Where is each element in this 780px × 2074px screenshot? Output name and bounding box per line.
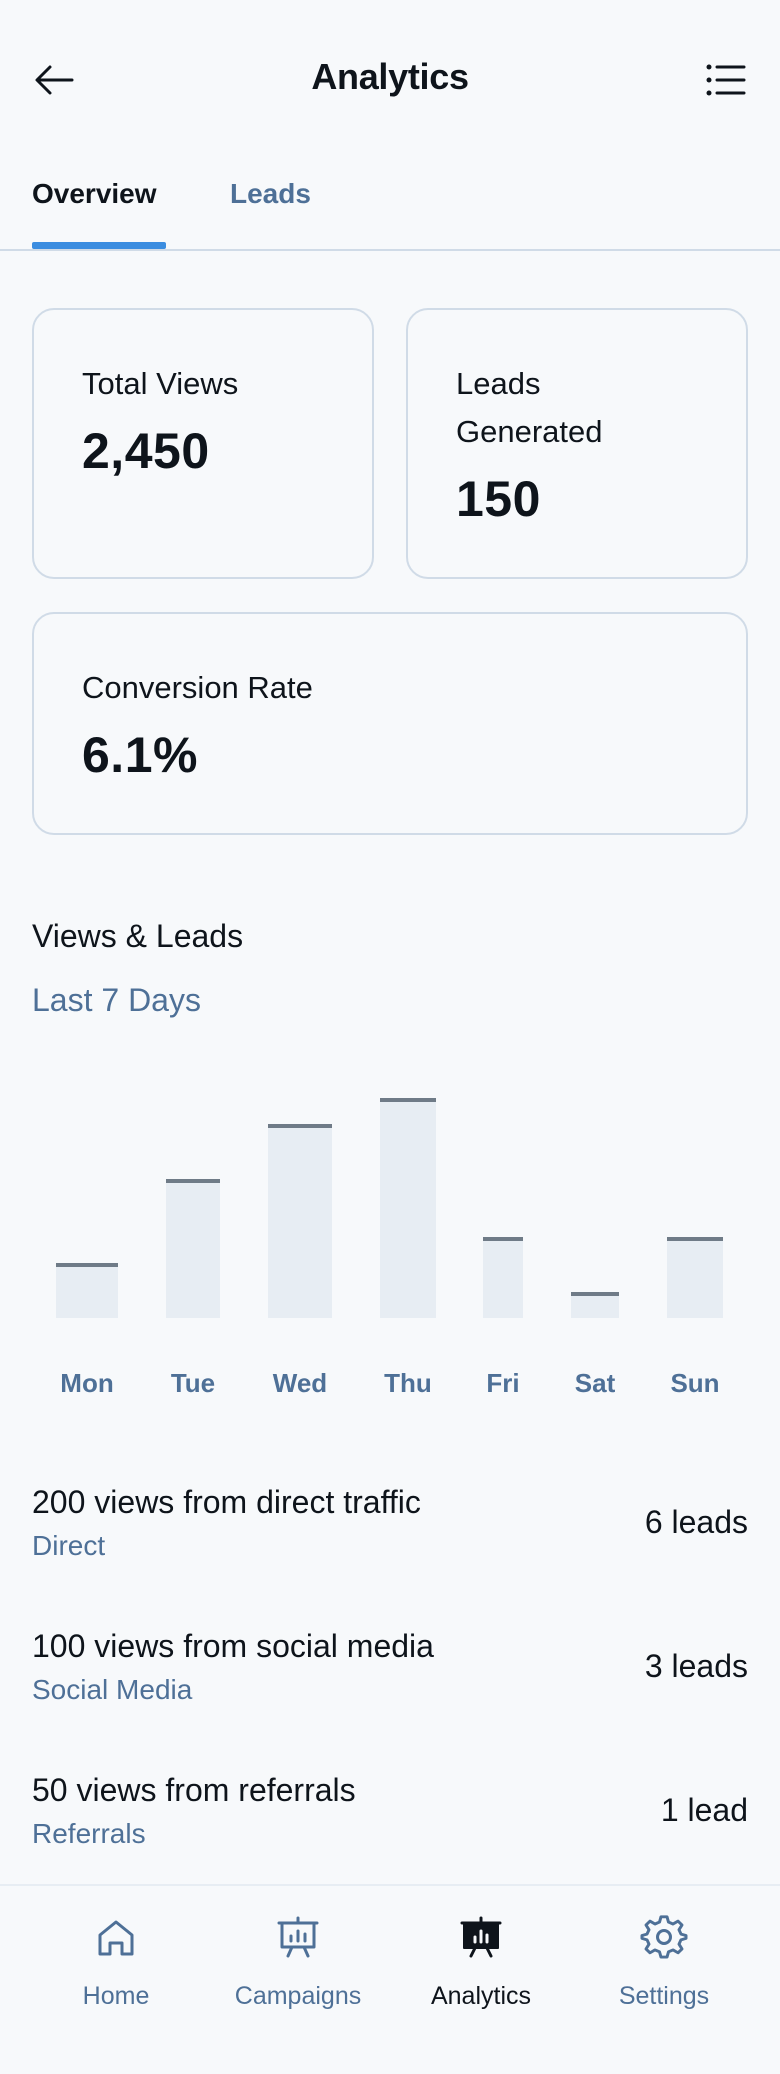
page-title: Analytics [311,56,469,97]
total-views-label: Total Views [82,366,239,401]
chart-x-label-tue: Tue [170,1368,216,1398]
chart-bar-tue [166,1179,220,1318]
nav-home[interactable]: Home [26,1914,206,2011]
conversion-rate-card: Conversion Rate 6.1% [32,612,748,835]
tab-leads[interactable]: Leads [230,178,311,210]
tab-bar: Overview Leads [0,160,780,251]
nav-campaigns[interactable]: Campaigns [208,1914,388,2011]
source-title: 50 views from referrals [32,1772,356,1808]
source-row-direct[interactable]: 200 views from direct traffic Direct 6 l… [0,1484,780,1604]
source-leads: 6 leads [644,1504,748,1540]
leads-generated-value: 150 [456,471,541,527]
source-title: 100 views from social media [32,1628,434,1664]
home-icon [98,1920,134,1956]
source-row-referrals[interactable]: 50 views from referrals Referrals 1 lead [0,1772,780,1892]
source-leads: 3 leads [644,1648,748,1684]
chart-x-label-thu: Thu [384,1368,432,1398]
nav-analytics[interactable]: Analytics [391,1914,571,2011]
top-bar: Analytics [0,0,780,160]
leads-generated-card: Leads Generated 150 [406,308,748,579]
leads-generated-label-line1: Leads [456,366,541,401]
total-views-card: Total Views 2,450 [32,308,374,579]
list-icon [706,64,746,96]
chart-bar-thu [380,1098,436,1318]
chart-bar-mon [56,1263,118,1318]
tab-overview[interactable]: Overview [32,178,157,210]
chart-x-label-wed: Wed [272,1368,328,1398]
chart-title: Views & Leads [32,918,244,954]
bottom-navigation: Home Campaigns Analytics Settings [0,1884,780,2074]
nav-campaigns-label: Campaigns [234,1982,362,2010]
menu-button[interactable] [704,60,748,100]
nav-settings-label: Settings [618,1982,710,2010]
presentation-chart-filled-icon [460,1916,502,1958]
leads-generated-label-line2: Generated [456,414,603,449]
nav-home-label: Home [82,1982,150,2010]
source-leads: 1 lead [660,1792,748,1828]
chart-x-label-fri: Fri [486,1368,520,1398]
nav-analytics-label: Analytics [430,1982,532,2010]
conversion-rate-value: 6.1% [82,727,198,783]
gear-icon [640,1915,688,1959]
presentation-chart-icon [277,1916,319,1958]
chart-x-label-sun: Sun [670,1368,720,1398]
chart-bar-sun [667,1237,723,1318]
total-views-value: 2,450 [82,423,210,479]
chart-bar-fri [483,1237,523,1318]
source-subtitle: Direct [32,1530,106,1561]
source-title: 200 views from direct traffic [32,1484,421,1520]
conversion-rate-label: Conversion Rate [82,670,313,705]
nav-settings[interactable]: Settings [574,1914,754,2011]
source-subtitle: Referrals [32,1818,146,1849]
chart-bar-wed [268,1124,332,1318]
chart-x-label-mon: Mon [60,1368,114,1398]
active-tab-indicator [32,242,166,249]
chart-subtitle: Last 7 Days [32,982,201,1018]
source-subtitle: Social Media [32,1674,193,1705]
chart-bar-sat [571,1292,619,1318]
chart-x-label-sat: Sat [574,1368,616,1398]
source-row-social-media[interactable]: 100 views from social media Social Media… [0,1628,780,1748]
